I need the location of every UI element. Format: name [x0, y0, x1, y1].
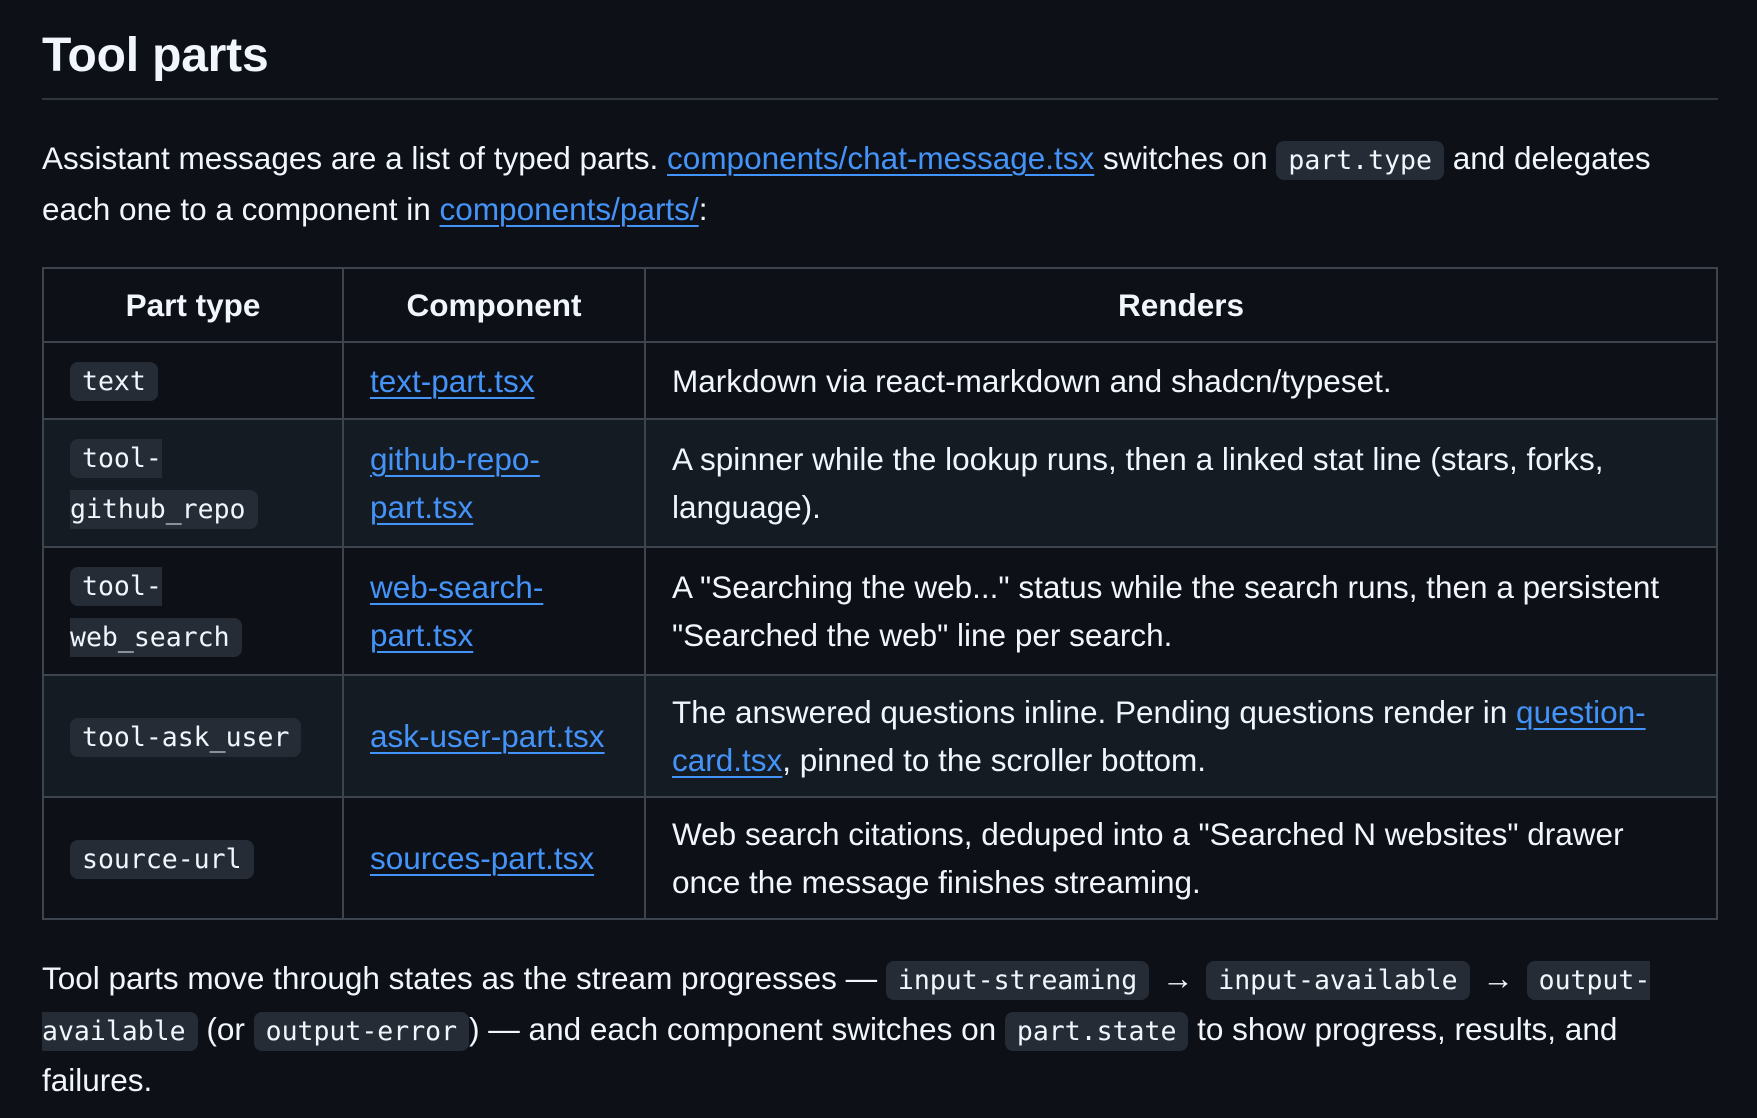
table-row: tool-web_search web-search-part.tsx A "S…: [42, 546, 1718, 676]
component-link[interactable]: sources-part.tsx: [370, 840, 594, 876]
table-header-row: Part type Component Renders: [42, 267, 1718, 343]
chat-message-link[interactable]: components/chat-message.tsx: [667, 140, 1094, 176]
cell-component: text-part.tsx: [342, 341, 646, 420]
header-renders: Renders: [644, 267, 1718, 343]
cell-component: web-search-part.tsx: [342, 546, 646, 676]
component-link[interactable]: github-repo-part.tsx: [370, 441, 540, 525]
cell-part-type: tool-ask_user: [42, 674, 344, 798]
component-link[interactable]: ask-user-part.tsx: [370, 718, 605, 754]
state-code: output-error: [253, 1012, 470, 1051]
cell-renders: Web search citations, deduped into a "Se…: [644, 796, 1718, 920]
renders-text-post: , pinned to the scroller bottom.: [782, 742, 1207, 778]
intro-text-4: :: [698, 191, 708, 227]
header-part-type: Part type: [42, 267, 344, 343]
table-row: tool-ask_user ask-user-part.tsx The answ…: [42, 674, 1718, 798]
cell-renders: Markdown via react-markdown and shadcn/t…: [644, 341, 1718, 420]
part-type-code: part.type: [1276, 141, 1444, 180]
header-component: Component: [342, 267, 646, 343]
intro-text-1: Assistant messages are a list of typed p…: [42, 140, 668, 176]
parts-table: Part type Component Renders text text-pa…: [42, 267, 1718, 920]
cell-renders: A "Searching the web..." status while th…: [644, 546, 1718, 676]
state-code: input-available: [1206, 961, 1470, 1000]
readme-section: Tool parts Assistant messages are a list…: [42, 0, 1718, 1104]
component-link[interactable]: web-search-part.tsx: [370, 569, 543, 653]
section-heading: Tool parts: [42, 0, 1718, 100]
part-type-code: text: [70, 362, 158, 401]
table-row: source-url sources-part.tsx Web search c…: [42, 796, 1718, 920]
part-type-code: source-url: [70, 839, 254, 879]
state-code: input-streaming: [885, 961, 1150, 1000]
cell-part-type: tool-web_search: [42, 546, 344, 676]
cell-part-type: text: [42, 341, 344, 420]
cell-component: github-repo-part.tsx: [342, 418, 646, 548]
arrow-right-icon: →: [1161, 960, 1194, 996]
outro-paragraph: Tool parts move through states as the st…: [42, 954, 1718, 1104]
table-row: text text-part.tsx Markdown via react-ma…: [42, 341, 1718, 420]
cell-part-type: tool-github_repo: [42, 418, 344, 548]
parts-folder-link[interactable]: components/parts/: [440, 191, 699, 227]
intro-text-2: switches on: [1094, 140, 1277, 176]
part-type-code: tool-ask_user: [70, 717, 302, 757]
cell-renders: The answered questions inline. Pending q…: [644, 674, 1718, 798]
table-row: tool-github_repo github-repo-part.tsx A …: [42, 418, 1718, 548]
arrow-right-icon: →: [1482, 960, 1514, 996]
outro-text-1: Tool parts move through states as the st…: [42, 960, 886, 996]
cell-renders: A spinner while the lookup runs, then a …: [644, 418, 1718, 548]
part-type-code: tool-github_repo: [70, 439, 258, 529]
cell-component: sources-part.tsx: [342, 796, 646, 920]
cell-part-type: source-url: [42, 796, 344, 920]
component-link[interactable]: text-part.tsx: [370, 363, 535, 399]
outro-text-3: ) — and each component switches on: [469, 1011, 1005, 1047]
cell-component: ask-user-part.tsx: [342, 674, 646, 798]
intro-paragraph: Assistant messages are a list of typed p…: [42, 134, 1718, 233]
part-state-code: part.state: [1004, 1012, 1189, 1051]
renders-text-pre: The answered questions inline. Pending q…: [672, 694, 1517, 730]
outro-text-2: (or: [197, 1011, 254, 1047]
part-type-code: tool-web_search: [70, 567, 242, 657]
